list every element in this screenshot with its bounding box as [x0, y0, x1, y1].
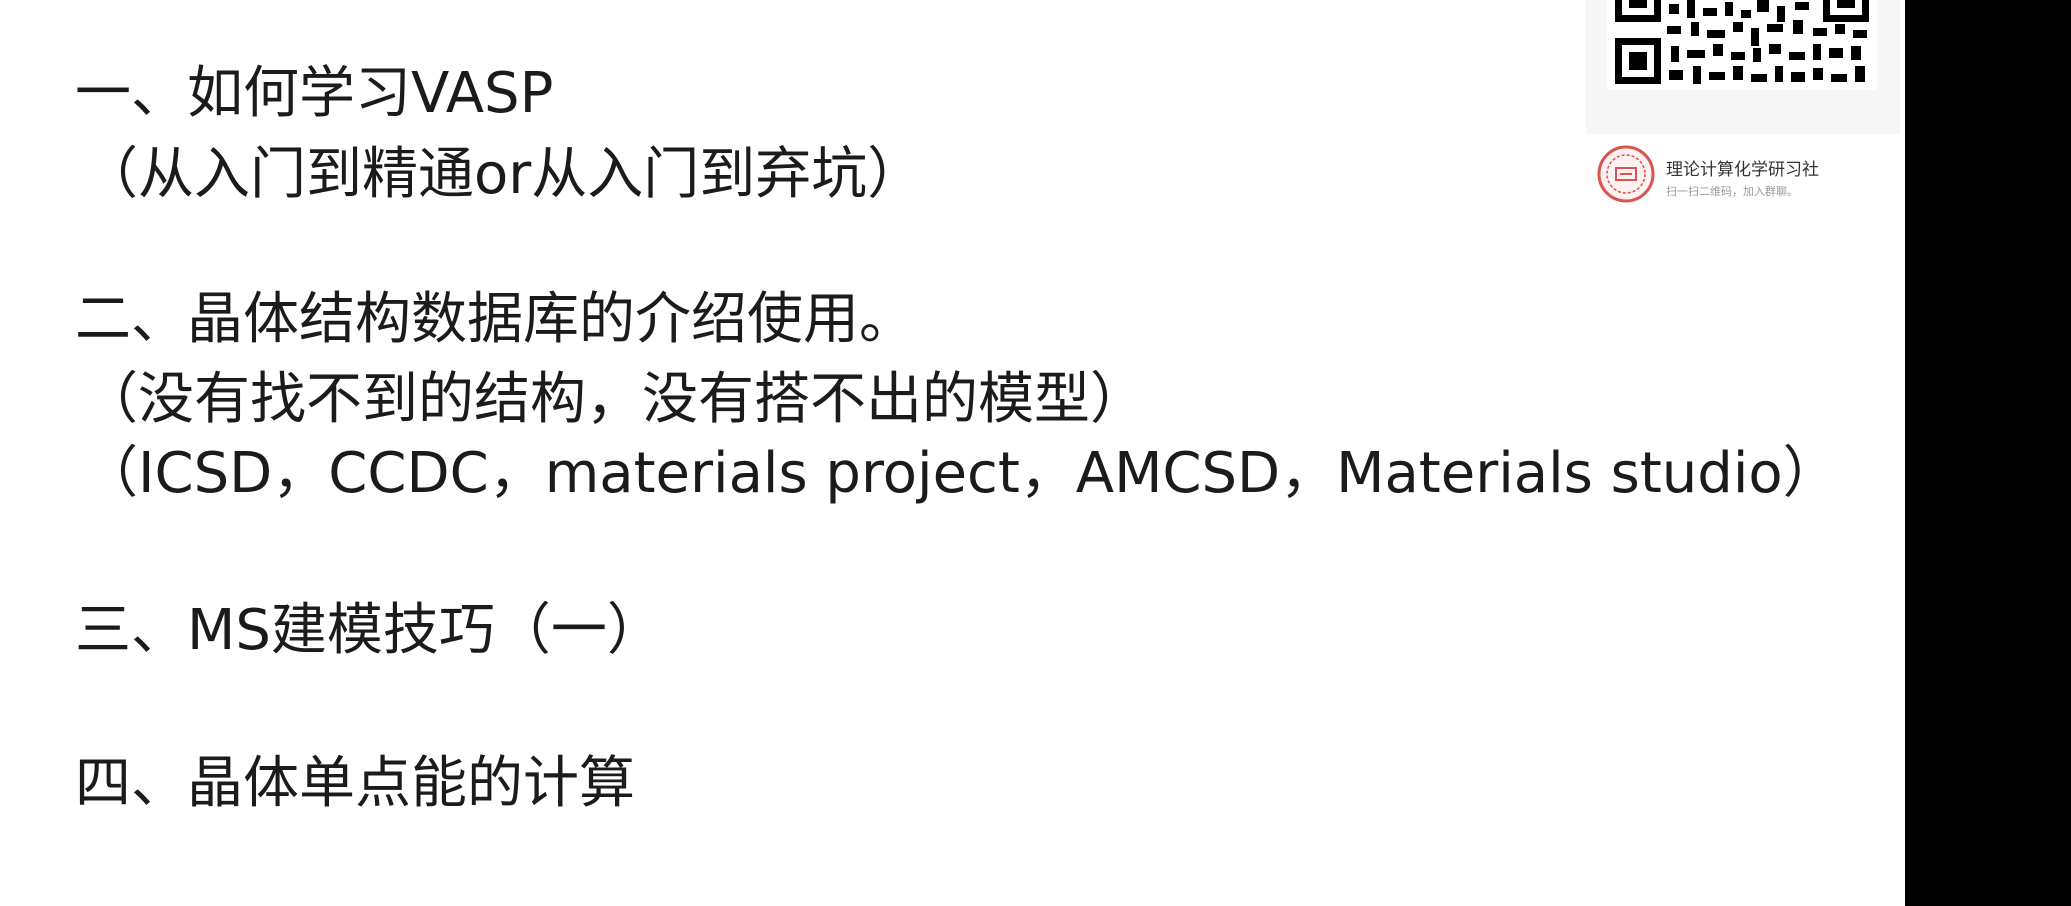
watermark-title: 理论计算化学研习社 [1666, 160, 1819, 180]
heading-2-subtitle: （没有找不到的结构，没有搭不出的模型） [82, 367, 1146, 432]
heading-3: 三、MS建模技巧（一） [75, 598, 663, 663]
heading-4: 四、晶体单点能的计算 [75, 751, 635, 816]
qr-code-icon [1607, 0, 1877, 90]
right-black-bar [1905, 0, 2071, 906]
seal-logo-icon [1596, 144, 1656, 204]
heading-1: 一、如何学习VASP [75, 61, 554, 126]
heading-2: 二、晶体结构数据库的介绍使用。 [75, 287, 915, 352]
heading-1-subtitle: （从入门到精通or从入门到弃坑） [82, 142, 924, 207]
watermark-subtitle: 扫一扫二维码，加入群聊。 [1666, 185, 1798, 198]
database-list: （ICSD，CCDC，materials project，AMCSD，Mater… [82, 441, 1839, 506]
